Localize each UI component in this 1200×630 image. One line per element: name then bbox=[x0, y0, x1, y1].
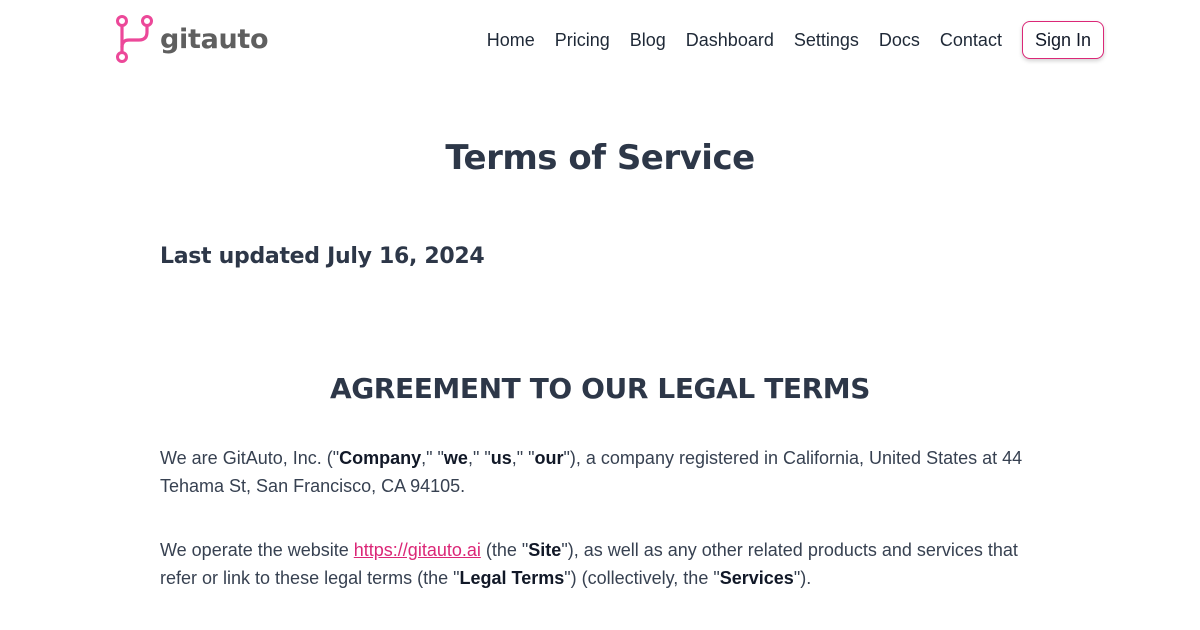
p1-bold-us: us bbox=[490, 448, 512, 468]
nav-settings-link[interactable]: Settings bbox=[794, 30, 859, 51]
site-header: gitauto Home Pricing Blog Dashboard Sett… bbox=[0, 0, 1200, 80]
p2-text-5: "). bbox=[793, 568, 812, 588]
section-heading: AGREEMENT TO OUR LEGAL TERMS bbox=[329, 372, 871, 405]
p2-text-1: We operate the website bbox=[160, 540, 354, 560]
website-paragraph: We operate the website https://gitauto.a… bbox=[160, 536, 1040, 592]
p1-bold-company: Company bbox=[339, 448, 422, 468]
nav-blog-link[interactable]: Blog bbox=[630, 30, 666, 51]
main-nav: Home Pricing Blog Dashboard Settings Doc… bbox=[487, 21, 1104, 59]
nav-contact-link[interactable]: Contact bbox=[940, 30, 1002, 51]
nav-docs-link[interactable]: Docs bbox=[879, 30, 920, 51]
sign-in-button[interactable]: Sign In bbox=[1021, 21, 1104, 59]
p2-bold-legal-terms: Legal Terms bbox=[459, 568, 565, 588]
nav-pricing-link[interactable]: Pricing bbox=[555, 30, 610, 51]
company-paragraph: We are GitAuto, Inc. ("Company," "we," "… bbox=[160, 444, 1040, 500]
p2-bold-site: Site bbox=[528, 540, 562, 560]
git-branch-icon bbox=[116, 15, 153, 63]
last-updated: Last updated July 16, 2024 bbox=[160, 244, 485, 269]
nav-home-link[interactable]: Home bbox=[487, 30, 535, 51]
p2-text-4: ") (collectively, the " bbox=[564, 568, 720, 588]
site-link[interactable]: https://gitauto.ai bbox=[354, 540, 481, 560]
p2-bold-services: Services bbox=[719, 568, 794, 588]
p2-text-2: (the " bbox=[480, 540, 529, 560]
p1-bold-our: our bbox=[534, 448, 564, 468]
nav-dashboard-link[interactable]: Dashboard bbox=[686, 30, 774, 51]
p1-text-3: ," " bbox=[467, 448, 491, 468]
p1-bold-we: we bbox=[443, 448, 468, 468]
logo-link[interactable]: gitauto bbox=[114, 14, 269, 64]
p1-text-4: ," " bbox=[511, 448, 535, 468]
p1-text-1: We are GitAuto, Inc. (" bbox=[160, 448, 340, 468]
page-title: Terms of Service bbox=[445, 138, 755, 178]
p1-text-2: ," " bbox=[421, 448, 444, 468]
brand-name: gitauto bbox=[160, 23, 269, 55]
